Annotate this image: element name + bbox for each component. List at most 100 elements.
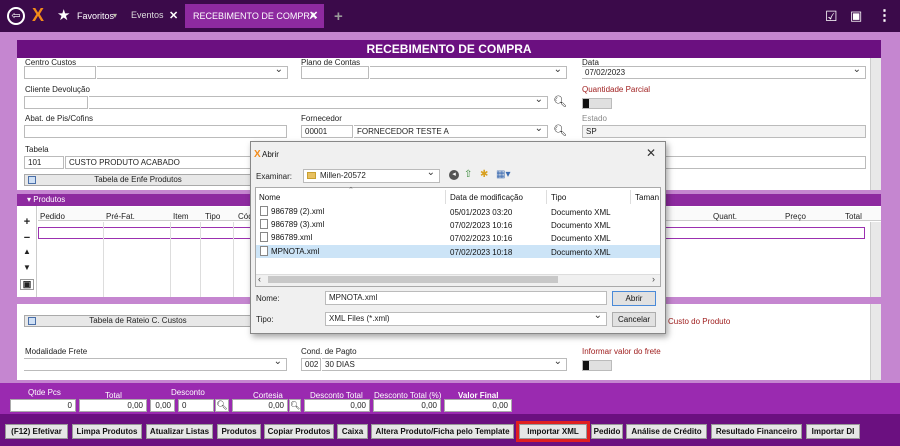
page-title: RECEBIMENTO DE COMPRA (17, 40, 881, 58)
file-row[interactable]: 986789 (2).xml (260, 206, 324, 216)
file-name: MPNOTA.xml (271, 247, 320, 256)
close-active-tab-icon[interactable]: ✕ (309, 9, 318, 22)
file-type: Documento XML (551, 221, 611, 230)
scroll-thumb[interactable] (268, 276, 558, 283)
desconto-total-field: 0,00 (304, 399, 370, 412)
centro-custos-code-input[interactable] (24, 66, 96, 79)
copiar-produtos-button[interactable]: Copiar Produtos (264, 424, 334, 439)
file-row[interactable]: 986789 (3).xml (260, 219, 324, 229)
col-total[interactable]: Total (845, 212, 862, 221)
xml-file-icon (260, 206, 268, 216)
col-nome[interactable]: Nome (259, 193, 280, 202)
data-field[interactable]: 07/02/2023 (582, 64, 866, 79)
efetivar-button[interactable]: (F12) Efetivar (5, 424, 68, 439)
folder-select[interactable]: Millen-20572 (303, 167, 440, 183)
plano-contas-code-input[interactable] (301, 66, 369, 79)
folder-icon (307, 172, 316, 179)
file-name: 986789 (3).xml (271, 220, 325, 229)
chat-icon[interactable]: ▣ (850, 8, 862, 24)
altera-produto-button[interactable]: Altera Produto/Ficha pelo Template (371, 424, 514, 439)
abat-pis-cofins-input[interactable] (24, 125, 287, 138)
cliente-devolucao-select[interactable] (89, 94, 548, 109)
abrir-button[interactable]: Abrir (612, 291, 656, 306)
file-date: 07/02/2023 10:16 (450, 234, 513, 243)
col-quant[interactable]: Quant. (713, 212, 737, 221)
file-type: Documento XML (551, 234, 611, 243)
col-divider (630, 190, 631, 204)
col-divider (546, 190, 547, 204)
dialog-close-icon[interactable]: ✕ (646, 146, 656, 160)
back-icon[interactable]: ◂ (449, 170, 459, 180)
tab-active-label: RECEBIMENTO DE COMPRA (193, 11, 316, 21)
importar-di-button[interactable]: Importar DI (806, 424, 860, 439)
desconto-field[interactable]: 0 (178, 399, 214, 412)
tab-events[interactable]: Eventos (131, 10, 164, 20)
importar-xml-button[interactable]: Importar XML (516, 421, 590, 442)
form-scrollbar[interactable] (870, 58, 881, 190)
resultado-financeiro-button[interactable]: Resultado Financeiro (711, 424, 802, 439)
chevron-down-icon[interactable]: ▾ (113, 11, 117, 20)
col-data[interactable]: Data de modificação (450, 193, 523, 202)
atualizar-listas-button[interactable]: Atualizar Listas (146, 424, 213, 439)
cond-pagto-code[interactable]: 002 (301, 358, 321, 371)
col-pre-fat[interactable]: Pré-Fat. (106, 212, 135, 221)
cond-pagto-select[interactable]: 30 DIAS (322, 356, 567, 371)
favorites-menu[interactable]: Favoritos (77, 11, 114, 21)
sort-chevron-icon: ⌃ (348, 187, 354, 194)
file-type-select[interactable]: XML Files (*.xml) (325, 310, 607, 326)
lower-scrollbar[interactable] (870, 304, 881, 380)
fornecedor-code-input[interactable]: 00001 (301, 125, 353, 138)
products-scrollbar[interactable] (870, 222, 881, 297)
pedido-button[interactable]: Pedido (591, 424, 623, 439)
col-item[interactable]: Item (173, 212, 189, 221)
desconto-pct-field[interactable]: 0,00 (150, 399, 175, 412)
col-tipo[interactable]: Tipo (551, 193, 566, 202)
plano-contas-select[interactable] (370, 64, 567, 79)
scroll-right-icon[interactable]: › (652, 274, 655, 284)
tabela-code-input[interactable]: 101 (24, 156, 64, 169)
rateio-button[interactable]: Tabela de Rateio C. Custos (24, 315, 252, 327)
back-icon[interactable]: ⇦ (7, 7, 25, 25)
star-icon[interactable]: ★ (57, 7, 70, 24)
centro-custos-select[interactable] (97, 64, 288, 79)
informar-frete-toggle[interactable] (582, 360, 612, 371)
file-name: 986789 (2).xml (271, 207, 325, 216)
analise-credito-button[interactable]: Análise de Crédito (626, 424, 707, 439)
caixa-button[interactable]: Caixa (337, 424, 368, 439)
file-date: 05/01/2023 03:20 (450, 208, 513, 217)
more-icon[interactable]: ⋮ (877, 6, 892, 24)
add-row-icon[interactable]: + (20, 216, 34, 228)
file-name-input[interactable]: MPNOTA.xml (325, 291, 607, 305)
col-tamanho[interactable]: Taman (635, 193, 659, 202)
new-tab-icon[interactable]: + (334, 8, 343, 25)
search-icon[interactable]: 🔍︎ (553, 95, 567, 108)
file-row-selected[interactable]: MPNOTA.xml (260, 246, 319, 256)
col-pedido[interactable]: Pedido (40, 212, 65, 221)
move-down-icon[interactable]: ▼ (20, 263, 34, 272)
view-icon[interactable]: ▣ (20, 279, 34, 290)
view-menu-icon[interactable]: ▦▾ (496, 169, 510, 180)
remove-row-icon[interactable]: − (20, 232, 34, 244)
cancelar-button[interactable]: Cancelar (612, 312, 656, 327)
up-folder-icon[interactable]: ⇧ (464, 169, 472, 180)
close-tab-icon[interactable]: ✕ (169, 9, 178, 22)
produtos-button[interactable]: Produtos (217, 424, 261, 439)
scroll-left-icon[interactable]: ‹ (258, 274, 261, 284)
desconto-search-icon[interactable]: 🔍︎ (215, 399, 229, 412)
limpa-produtos-button[interactable]: Limpa Produtos (72, 424, 142, 439)
fornecedor-search-icon[interactable]: 🔍︎ (553, 124, 567, 137)
col-preco[interactable]: Preço (785, 212, 806, 221)
quantidade-parcial-toggle[interactable] (582, 98, 612, 109)
cliente-devolucao-code-input[interactable] (24, 96, 88, 109)
cortesia-search-icon[interactable]: 🔍︎ (289, 399, 301, 412)
total-field: 0,00 (79, 399, 147, 412)
estado-label: Estado (582, 114, 607, 123)
enfe-products-button[interactable]: Tabela de Enfe Produtos (24, 174, 252, 186)
clipboard-icon[interactable]: ☑ (825, 8, 838, 25)
move-up-icon[interactable]: ▲ (20, 247, 34, 256)
file-row[interactable]: 986789.xml (260, 232, 312, 242)
col-tipo[interactable]: Tipo (205, 212, 220, 221)
new-folder-icon[interactable]: ✱ (480, 169, 488, 180)
fornecedor-select[interactable]: FORNECEDOR TESTE A (354, 123, 548, 138)
modalidade-frete-select[interactable] (24, 356, 287, 371)
